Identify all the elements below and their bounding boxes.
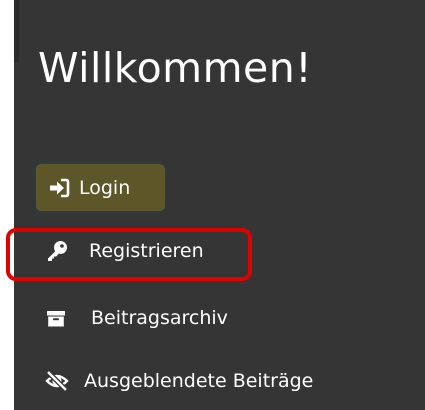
hidden-posts-label: Ausgeblendete Beiträge: [84, 370, 314, 392]
welcome-title: Willkommen!: [38, 44, 313, 92]
sign-in-icon: [48, 178, 70, 198]
register-label: Registrieren: [89, 240, 204, 262]
hidden-posts-link[interactable]: Ausgeblendete Beiträge: [44, 370, 313, 392]
post-archive-link[interactable]: Beitragsarchiv: [46, 307, 228, 329]
register-link[interactable]: Registrieren: [46, 240, 204, 262]
key-icon: [46, 240, 68, 262]
eye-slash-icon: [44, 370, 70, 392]
login-button[interactable]: Login: [34, 162, 167, 213]
panel-edge: [14, 0, 19, 62]
login-label: Login: [79, 176, 131, 199]
archive-box-icon: [46, 308, 66, 328]
archive-label: Beitragsarchiv: [91, 307, 228, 329]
